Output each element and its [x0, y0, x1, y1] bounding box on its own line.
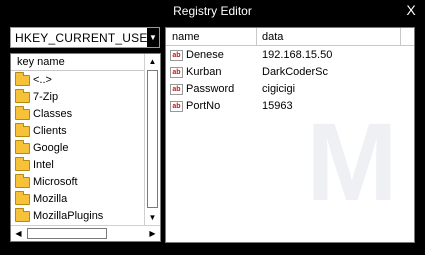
logo-watermark: M	[306, 101, 398, 224]
tree-item-parent[interactable]: <..>	[11, 72, 144, 89]
value-row-kurban[interactable]: ab Kurban DarkCoderSc	[166, 64, 414, 81]
tree-item-label: Classes	[33, 108, 73, 120]
string-value-icon: ab	[170, 50, 183, 61]
scroll-right-icon[interactable]: ▶	[145, 226, 160, 241]
key-list: <..> 7-Zip Classes Clients Google Intel …	[11, 72, 144, 225]
tree-item-label: Microsoft	[33, 176, 78, 188]
tree-item-label: Intel	[33, 159, 54, 171]
value-name: Kurban	[186, 66, 222, 78]
folder-icon	[15, 174, 30, 188]
scroll-down-icon[interactable]: ▼	[145, 210, 160, 225]
folder-icon	[15, 157, 30, 171]
tree-item-google[interactable]: Google	[11, 140, 144, 157]
title-bar: Registry Editor X	[0, 0, 425, 22]
tree-vertical-scrollbar[interactable]: ▲ ▼	[144, 54, 160, 225]
folder-icon	[15, 72, 30, 86]
value-row-denese[interactable]: ab Denese 192.168.15.50	[166, 47, 414, 64]
tree-header[interactable]: key name	[11, 54, 144, 71]
tree-vertical-thumb[interactable]	[147, 70, 158, 208]
triangle-down-icon[interactable]: ▼	[147, 28, 159, 47]
tree-item-microsoft[interactable]: Microsoft	[11, 174, 144, 191]
folder-icon	[15, 89, 30, 103]
tree-item-label: Mozilla	[33, 193, 68, 205]
value-row-password[interactable]: ab Password cigicigi	[166, 81, 414, 98]
folder-icon	[15, 208, 30, 222]
folder-icon	[15, 140, 30, 154]
tree-item-label: 7-Zip	[33, 91, 59, 103]
string-value-icon: ab	[170, 67, 183, 78]
tree-item-classes[interactable]: Classes	[11, 106, 144, 123]
scroll-left-icon[interactable]: ◀	[11, 226, 26, 241]
column-divider[interactable]	[400, 28, 401, 46]
tree-item-7zip[interactable]: 7-Zip	[11, 89, 144, 106]
folder-icon	[15, 191, 30, 205]
name-column-header[interactable]: name	[172, 31, 200, 43]
registry-editor-window: Registry Editor X HKEY_CURRENT_USER ▼ ke…	[0, 0, 425, 255]
tree-item-label: <..>	[33, 74, 52, 86]
value-data: DarkCoderSc	[262, 66, 329, 78]
tree-horizontal-scrollbar[interactable]: ◀ ▶	[11, 225, 160, 241]
scroll-up-icon[interactable]: ▲	[145, 54, 160, 69]
folder-icon	[15, 106, 30, 120]
hive-dropdown[interactable]: HKEY_CURRENT_USER ▼	[10, 27, 160, 48]
tree-item-mozilla[interactable]: Mozilla	[11, 191, 144, 208]
folder-icon	[15, 123, 30, 137]
value-data: 15963	[262, 100, 293, 112]
tree-item-intel[interactable]: Intel	[11, 157, 144, 174]
tree-item-mozillaplugins[interactable]: MozillaPlugins	[11, 208, 144, 225]
window-title: Registry Editor	[173, 4, 252, 18]
key-name-column: key name	[17, 56, 65, 68]
string-value-icon: ab	[170, 84, 183, 95]
column-divider[interactable]	[256, 28, 257, 46]
tree-item-label: Google	[33, 142, 69, 154]
value-name: PortNo	[186, 100, 221, 112]
close-button[interactable]: X	[403, 2, 419, 18]
value-data: cigicigi	[262, 83, 296, 95]
tree-item-label: Clients	[33, 125, 67, 137]
value-name: Password	[186, 83, 235, 95]
value-name: Denese	[186, 49, 224, 61]
data-column-header[interactable]: data	[262, 31, 283, 43]
key-tree[interactable]: key name <..> 7-Zip Classes Clients Goog…	[10, 53, 161, 242]
values-header: name data	[166, 28, 414, 46]
tree-item-label: MozillaPlugins	[33, 210, 104, 222]
tree-horizontal-thumb[interactable]	[27, 228, 107, 239]
string-value-icon: ab	[170, 101, 183, 112]
values-list[interactable]: name data ab Denese 192.168.15.50 ab Kur…	[165, 27, 415, 243]
value-data: 192.168.15.50	[262, 49, 333, 61]
tree-item-clients[interactable]: Clients	[11, 123, 144, 140]
hive-value: HKEY_CURRENT_USER	[15, 31, 157, 45]
